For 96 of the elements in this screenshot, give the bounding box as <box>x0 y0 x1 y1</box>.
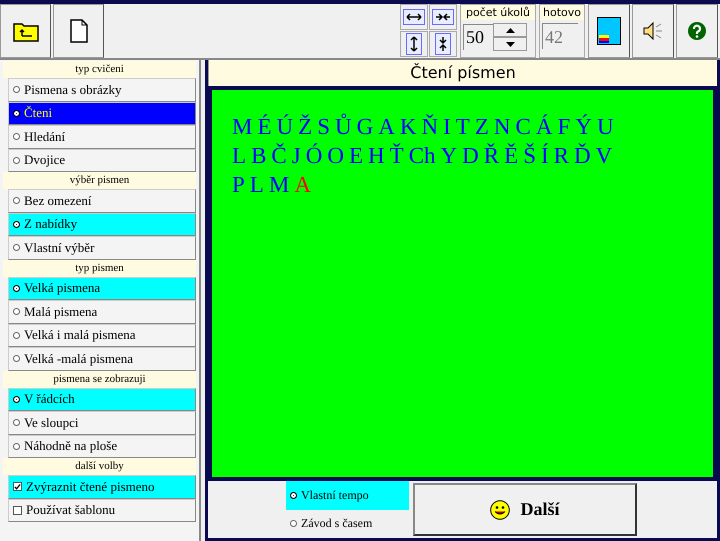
letter: Á <box>536 113 553 141</box>
letter: Ř <box>484 142 500 170</box>
option-item[interactable]: Ve sloupci <box>8 411 196 434</box>
letter: V <box>596 142 612 170</box>
letters-icon <box>597 17 621 45</box>
letter: M <box>268 171 290 199</box>
done-count: 42 <box>542 23 578 49</box>
option-item[interactable]: Vlastní výběr <box>8 236 196 260</box>
option-item[interactable]: Velká -malá pismena <box>8 347 196 370</box>
letter: L <box>232 142 246 170</box>
letter: G <box>356 113 374 141</box>
next-button[interactable]: Další <box>413 483 637 536</box>
letter: O <box>327 142 344 170</box>
sound-button[interactable] <box>632 4 674 58</box>
inward-vertical-arrows-icon <box>436 34 450 54</box>
down-triangle-icon <box>506 42 514 46</box>
widen-button[interactable] <box>400 4 428 30</box>
letter: B <box>251 142 266 170</box>
letter: E <box>348 142 364 170</box>
letter: S <box>317 113 330 141</box>
option-item[interactable]: V řádcích <box>8 388 196 411</box>
exercise-title: Čtení písmen <box>208 60 717 86</box>
taller-button[interactable] <box>400 31 428 57</box>
letter: M <box>232 113 252 141</box>
letter: Y <box>440 142 458 170</box>
help-button[interactable] <box>676 4 718 58</box>
horizontal-arrows-icon <box>404 10 424 24</box>
letter: A <box>378 113 395 141</box>
letter: Ý <box>575 113 592 141</box>
shorter-button[interactable] <box>429 31 457 57</box>
letter: É <box>257 113 272 141</box>
help-icon <box>688 22 706 40</box>
letter: Ů <box>335 112 352 141</box>
task-count-field[interactable]: 50 <box>463 24 493 50</box>
letter: K <box>400 113 416 141</box>
letter: Ď <box>574 142 591 170</box>
letter: Ě <box>504 142 518 170</box>
letter: C <box>516 113 531 141</box>
letter: L <box>250 171 264 199</box>
checkbox[interactable] <box>13 482 22 492</box>
letter: Š <box>523 142 536 170</box>
open-folder-button[interactable] <box>0 4 51 58</box>
group-heading: další volby <box>3 458 196 475</box>
letter: D <box>462 142 479 170</box>
letter: Č <box>271 142 287 170</box>
option-item[interactable]: Velká pismena <box>8 276 196 300</box>
checkbox[interactable] <box>13 506 22 515</box>
letter: J <box>292 142 301 170</box>
letter: F <box>558 113 570 141</box>
option-item[interactable]: Pismena s obrázky <box>8 78 196 102</box>
letter: Í <box>541 142 549 170</box>
letter: Ch <box>408 142 436 170</box>
letter: H <box>368 142 385 170</box>
letter: P <box>232 171 245 199</box>
vertical-arrows-icon <box>407 34 421 54</box>
mode-option[interactable]: Vlastní tempo <box>286 481 409 510</box>
letter: I <box>443 113 451 141</box>
smiley-icon <box>490 500 510 520</box>
check-icon <box>14 482 21 491</box>
group-heading: pismena se zobrazuji <box>3 370 196 388</box>
letter: R <box>554 142 570 170</box>
option-item[interactable]: Používat šablonu <box>8 498 196 522</box>
letter: Ó <box>306 142 322 170</box>
document-icon <box>70 19 88 43</box>
task-count-label: počet úkolů <box>461 5 535 20</box>
mode-option[interactable]: Závod s časem <box>286 510 409 538</box>
option-item[interactable]: Náhodně na ploše <box>8 434 196 458</box>
inward-arrows-icon <box>433 10 453 24</box>
group-heading: typ pismen <box>3 260 196 276</box>
option-item[interactable]: Velká i malá pismena <box>8 324 196 347</box>
option-item[interactable]: Čteni <box>8 102 196 125</box>
letter: Ž <box>298 113 312 141</box>
option-item[interactable]: Z nabídky <box>8 212 196 236</box>
option-item[interactable]: Bez omezení <box>8 189 196 212</box>
narrow-button[interactable] <box>429 4 457 30</box>
letter: Ň <box>422 113 438 141</box>
letter: Ú <box>276 113 294 141</box>
up-triangle-icon <box>506 28 514 32</box>
option-item[interactable]: Hledání <box>8 125 196 148</box>
option-item[interactable]: Zvýraznit čtené pismeno <box>8 475 196 498</box>
letter: T <box>456 113 470 141</box>
spin-up-button[interactable] <box>493 23 527 37</box>
group-heading: typ cvičeni <box>3 61 196 78</box>
done-label: hotovo <box>540 5 584 20</box>
letter: N <box>494 113 511 141</box>
letter: A <box>294 171 311 199</box>
letters-button[interactable] <box>588 4 630 58</box>
group-heading: výběr pismen <box>3 172 196 189</box>
option-item[interactable]: Dvojice <box>8 148 196 172</box>
speaker-icon <box>642 21 664 41</box>
new-document-button[interactable] <box>53 4 104 58</box>
option-item[interactable]: Malá pismena <box>8 300 196 324</box>
letter: Z <box>474 113 489 141</box>
letter: Ť <box>390 142 404 170</box>
letter: U <box>596 113 614 141</box>
spin-down-button[interactable] <box>493 37 527 51</box>
